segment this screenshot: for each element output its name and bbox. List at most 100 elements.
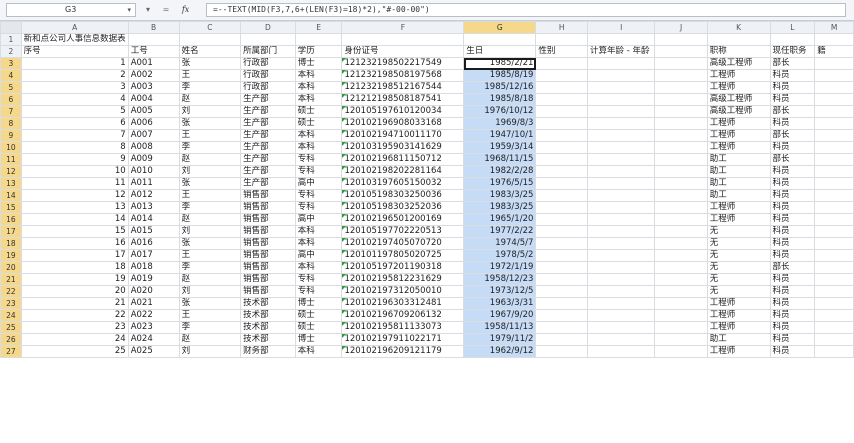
cell-m1[interactable] — [814, 33, 854, 46]
cell-k9[interactable]: 工程师 — [706, 129, 771, 142]
cell-m8[interactable] — [814, 117, 854, 130]
cell-f24[interactable]: 120102196709206132 — [341, 309, 465, 322]
cell-k7[interactable]: 高级工程师 — [706, 105, 771, 118]
cell-c21[interactable]: 赵 — [178, 273, 242, 286]
cell-h23[interactable] — [535, 297, 589, 310]
cell-m11[interactable] — [814, 153, 854, 166]
cell-j23[interactable] — [654, 297, 708, 310]
cell-f9[interactable]: 120102194710011170 — [341, 129, 465, 142]
cell-e24[interactable]: 硕士 — [294, 309, 343, 322]
cell-c22[interactable]: 刘 — [178, 285, 242, 298]
cell-c18[interactable]: 张 — [178, 237, 242, 250]
column-header-m[interactable]: M — [814, 21, 854, 34]
cell-a3[interactable]: 1 — [20, 57, 129, 70]
cell-f3[interactable]: 121232198502217549 — [341, 57, 465, 70]
cell-d26[interactable]: 技术部 — [240, 333, 296, 346]
cell-g4[interactable]: 1985/8/19 — [463, 69, 537, 82]
row-header[interactable]: 3 — [0, 57, 22, 70]
cell-g27[interactable]: 1962/9/12 — [463, 345, 537, 358]
cell-l27[interactable]: 科员 — [769, 345, 816, 358]
cell-g12[interactable]: 1982/2/28 — [463, 165, 537, 178]
cell-l16[interactable]: 科员 — [769, 213, 816, 226]
cell-l10[interactable]: 科员 — [769, 141, 816, 154]
cell-a22[interactable]: 20 — [20, 285, 129, 298]
row-header[interactable]: 4 — [0, 69, 22, 82]
cell-h2[interactable]: 性别 — [535, 45, 589, 58]
cell-f27[interactable]: 120102196209121179 — [341, 345, 465, 358]
cell-k8[interactable]: 工程师 — [706, 117, 771, 130]
cell-a18[interactable]: 16 — [20, 237, 129, 250]
cell-h17[interactable] — [535, 225, 589, 238]
cell-l23[interactable]: 科员 — [769, 297, 816, 310]
cell-j18[interactable] — [654, 237, 708, 250]
cell-b15[interactable]: A013 — [127, 201, 180, 214]
cell-c4[interactable]: 王 — [178, 69, 242, 82]
cell-c25[interactable]: 李 — [178, 321, 242, 334]
cell-k14[interactable]: 助工 — [706, 189, 771, 202]
cell-h20[interactable] — [535, 261, 589, 274]
cell-h22[interactable] — [535, 285, 589, 298]
cell-j10[interactable] — [654, 141, 708, 154]
cell-f16[interactable]: 120102196501200169 — [341, 213, 465, 226]
cell-i23[interactable] — [587, 297, 656, 310]
row-header[interactable]: 2 — [0, 45, 22, 58]
column-header-g[interactable]: G — [463, 21, 537, 34]
cell-f7[interactable]: 120105197610120034 — [341, 105, 465, 118]
cell-l26[interactable]: 科员 — [769, 333, 816, 346]
cell-i22[interactable] — [587, 285, 656, 298]
cell-a9[interactable]: 7 — [20, 129, 129, 142]
cell-k26[interactable]: 助工 — [706, 333, 771, 346]
cell-d9[interactable]: 生产部 — [240, 129, 296, 142]
cell-b1[interactable] — [127, 33, 180, 46]
cell-e10[interactable]: 本科 — [294, 141, 343, 154]
cell-g24[interactable]: 1967/9/20 — [463, 309, 537, 322]
cell-h25[interactable] — [535, 321, 589, 334]
cell-j3[interactable] — [654, 57, 708, 70]
cell-m24[interactable] — [814, 309, 854, 322]
cell-i24[interactable] — [587, 309, 656, 322]
column-header-h[interactable]: H — [535, 21, 589, 34]
cell-l14[interactable]: 科员 — [769, 189, 816, 202]
cell-h6[interactable] — [535, 93, 589, 106]
cell-e22[interactable]: 专科 — [294, 285, 343, 298]
cell-c13[interactable]: 张 — [178, 177, 242, 190]
cell-a10[interactable]: 8 — [20, 141, 129, 154]
row-header[interactable]: 12 — [0, 165, 22, 178]
cell-k25[interactable]: 工程师 — [706, 321, 771, 334]
cell-d1[interactable] — [240, 33, 296, 46]
row-header[interactable]: 20 — [0, 261, 22, 274]
cell-i11[interactable] — [587, 153, 656, 166]
cell-a15[interactable]: 13 — [20, 201, 129, 214]
cell-m13[interactable] — [814, 177, 854, 190]
cell-m22[interactable] — [814, 285, 854, 298]
cell-h27[interactable] — [535, 345, 589, 358]
cell-f14[interactable]: 120105198303250036 — [341, 189, 465, 202]
cell-l8[interactable]: 科员 — [769, 117, 816, 130]
cell-m14[interactable] — [814, 189, 854, 202]
row-header[interactable]: 23 — [0, 297, 22, 310]
cell-b21[interactable]: A019 — [127, 273, 180, 286]
cell-e11[interactable]: 专科 — [294, 153, 343, 166]
cell-d12[interactable]: 生产部 — [240, 165, 296, 178]
cell-j25[interactable] — [654, 321, 708, 334]
cell-m26[interactable] — [814, 333, 854, 346]
cell-f22[interactable]: 120102197312050010 — [341, 285, 465, 298]
cell-j7[interactable] — [654, 105, 708, 118]
cell-c27[interactable]: 刘 — [178, 345, 242, 358]
cell-b14[interactable]: A012 — [127, 189, 180, 202]
cell-a1[interactable]: 新和点公司人事信息数据表 — [20, 33, 129, 46]
cell-e25[interactable]: 硕士 — [294, 321, 343, 334]
cell-c3[interactable]: 张 — [178, 57, 242, 70]
cell-k5[interactable]: 工程师 — [706, 81, 771, 94]
cell-g7[interactable]: 1976/10/12 — [463, 105, 537, 118]
cell-l19[interactable]: 科员 — [769, 249, 816, 262]
cell-f25[interactable]: 120102195811133073 — [341, 321, 465, 334]
cancel-icon[interactable]: ▾ — [146, 5, 150, 14]
cell-d13[interactable]: 生产部 — [240, 177, 296, 190]
cell-j1[interactable] — [654, 33, 708, 46]
cell-j11[interactable] — [654, 153, 708, 166]
cell-h3[interactable] — [535, 57, 589, 70]
cell-a27[interactable]: 25 — [20, 345, 129, 358]
cell-h5[interactable] — [535, 81, 589, 94]
cell-b24[interactable]: A022 — [127, 309, 180, 322]
